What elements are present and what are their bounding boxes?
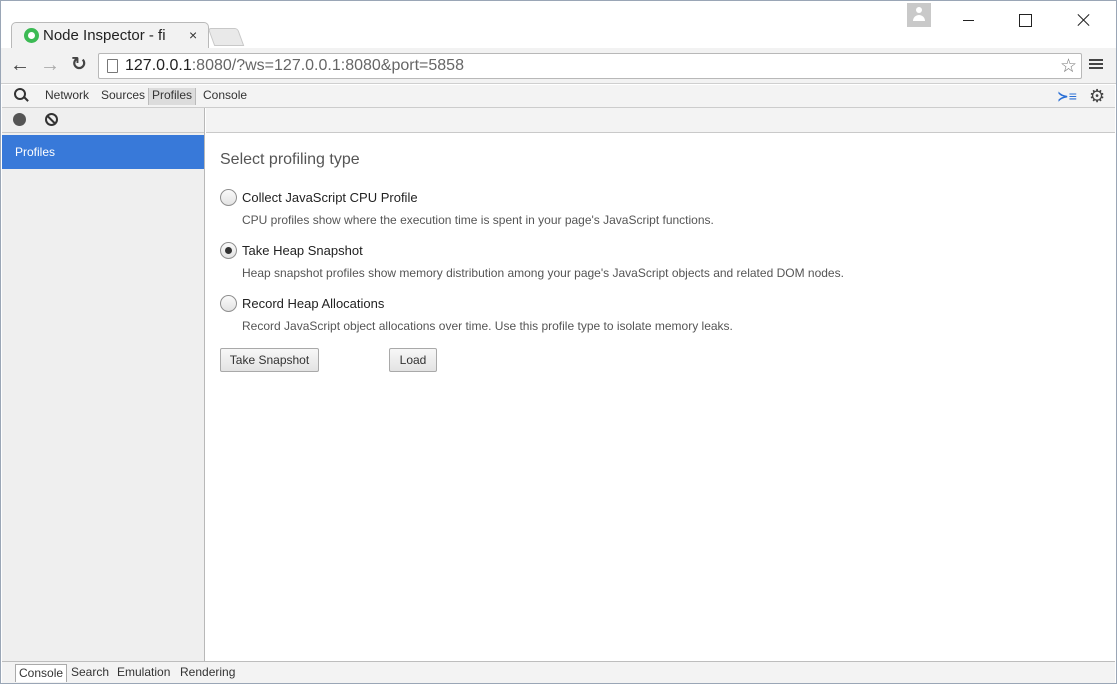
radio-heap-allocations[interactable] (220, 295, 237, 312)
chrome-menu-icon[interactable] (1088, 57, 1104, 73)
tab-profiles[interactable]: Profiles (148, 88, 197, 105)
content-toolbar (206, 108, 1115, 133)
profiles-sidebar: Profiles (2, 108, 205, 661)
browser-window: Node Inspector - fi × ← → ↻ 127.0.0.1:80… (0, 0, 1117, 684)
browser-toolbar: ← → ↻ 127.0.0.1:8080/?ws=127.0.0.1:8080&… (1, 48, 1116, 84)
load-button[interactable]: Load (389, 348, 437, 372)
drawer-tab-console[interactable]: Console (15, 664, 68, 682)
new-tab-button[interactable] (207, 28, 245, 46)
drawer-toggle-icon[interactable]: ≻≡ (1057, 88, 1077, 105)
page-icon (107, 59, 118, 73)
gear-icon[interactable]: ⚙ (1089, 86, 1105, 107)
sidebar-item-profiles[interactable]: Profiles (2, 135, 204, 169)
browser-tab[interactable]: Node Inspector - fi × (11, 22, 209, 48)
profiles-main: Select profiling type Collect JavaScript… (206, 108, 1115, 661)
clear-all-icon[interactable] (45, 113, 58, 126)
option-description: Record JavaScript object allocations ove… (242, 319, 733, 333)
option-description: CPU profiles show where the execution ti… (242, 213, 714, 227)
url-host: 127.0.0.1 (125, 57, 192, 74)
option-label[interactable]: Record Heap Allocations (242, 296, 384, 311)
record-icon[interactable] (13, 113, 26, 126)
drawer-tab-emulation[interactable]: Emulation (114, 664, 173, 682)
sidebar-toolbar (2, 108, 204, 133)
url-path: :8080/?ws=127.0.0.1:8080&port=5858 (191, 57, 464, 74)
user-profile-icon[interactable] (907, 3, 931, 27)
node-favicon-icon (24, 28, 39, 43)
option-description: Heap snapshot profiles show memory distr… (242, 266, 844, 280)
forward-arrow-icon[interactable]: → (39, 55, 61, 77)
tab-console[interactable]: Console (200, 88, 250, 105)
back-arrow-icon[interactable]: ← (9, 55, 31, 77)
close-window-button[interactable] (1059, 7, 1105, 33)
reload-icon[interactable]: ↻ (68, 55, 90, 77)
address-bar[interactable]: 127.0.0.1:8080/?ws=127.0.0.1:8080&port=5… (98, 53, 1082, 79)
url-text[interactable]: 127.0.0.1:8080/?ws=127.0.0.1:8080&port=5… (125, 57, 464, 75)
radio-cpu-profile[interactable] (220, 189, 237, 206)
page-title: Select profiling type (220, 151, 360, 168)
drawer-tab-rendering[interactable]: Rendering (177, 664, 238, 682)
tab-network[interactable]: Network (42, 88, 92, 105)
radio-heap-snapshot[interactable] (220, 242, 237, 259)
title-bar: Node Inspector - fi × (1, 1, 1116, 48)
drawer-tab-search[interactable]: Search (68, 664, 112, 682)
bookmark-star-icon[interactable]: ☆ (1060, 55, 1077, 78)
maximize-button[interactable] (1001, 7, 1047, 33)
devtools-toolbar: Network Sources Profiles Console ≻≡ ⚙ (2, 85, 1115, 108)
tab-close-icon[interactable]: × (189, 27, 197, 43)
take-snapshot-button[interactable]: Take Snapshot (220, 348, 319, 372)
option-label[interactable]: Take Heap Snapshot (242, 243, 363, 258)
tab-title: Node Inspector - fi (43, 27, 166, 44)
option-label[interactable]: Collect JavaScript CPU Profile (242, 190, 418, 205)
drawer-tabs: Console Search Emulation Rendering (2, 661, 1115, 683)
tab-sources[interactable]: Sources (98, 88, 148, 105)
minimize-button[interactable] (945, 7, 991, 33)
search-icon[interactable] (14, 88, 30, 104)
